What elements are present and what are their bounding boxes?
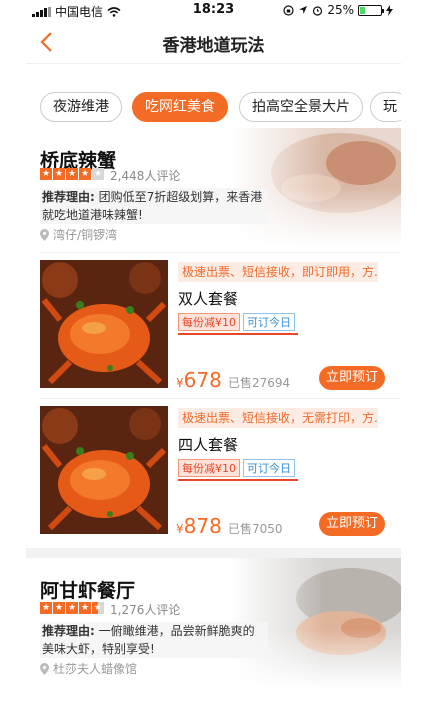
discount-badge: 每份减¥10 (178, 459, 240, 477)
crab-dish-photo (40, 406, 168, 534)
location-pin-icon (40, 228, 49, 241)
deal-badges: 每份减¥10 可订今日 (178, 459, 298, 481)
deal-price: ¥ 678 (176, 368, 222, 392)
book-now-button[interactable]: 立即预订 (319, 512, 385, 536)
star-rating: ★ ★ ★ ★ ★ (40, 168, 104, 180)
status-bar: 中国电信 18:23 25% (26, 0, 401, 20)
reason-label: 推荐理由: (42, 190, 95, 204)
battery-percent: 25% (327, 3, 354, 17)
location: 杜莎夫人蜡像馆 (40, 660, 137, 677)
orientation-lock-icon (283, 4, 294, 16)
star-icon: ★ (79, 602, 91, 614)
sold-count: 已售7050 (228, 522, 283, 536)
restaurant-name: 阿甘虾餐厅 (40, 580, 136, 602)
battery-icon (358, 4, 384, 16)
review-count: 1,276人评论 (110, 603, 181, 617)
deal-name: 四人套餐 (178, 436, 239, 454)
location-text: 杜莎夫人蜡像馆 (53, 662, 138, 676)
star-icon: ★ (79, 168, 91, 180)
restaurant-card[interactable]: 阿甘虾餐厅 ★ ★ ★ ★ ★ 1,276人评论 推荐理由: 一俯瞰维港，品尝新… (26, 558, 401, 688)
deal-badges: 每份减¥10 可订今日 (178, 313, 298, 335)
deal-price: ¥ 878 (176, 514, 222, 538)
price-value: 678 (183, 368, 222, 392)
sold-count: 已售27694 (228, 376, 291, 390)
recommend-reason: 推荐理由: 团购低至7折超级划算，来香港就吃地道港味辣蟹! (40, 188, 268, 224)
deal-card[interactable]: 极速出票、短信接收，无需打印，方... 四人套餐 每份减¥10 可订今日 ¥ 8… (26, 396, 401, 544)
discount-badge: 每份减¥10 (178, 313, 240, 331)
availability-badge: 可订今日 (243, 459, 295, 477)
deal-tagline: 极速出票、短信接收，即订即用，方... (178, 262, 378, 282)
location-text: 湾仔/铜锣湾 (53, 228, 118, 242)
star-icon: ★ (66, 168, 78, 180)
book-now-button[interactable]: 立即预订 (319, 366, 385, 390)
star-icon: ★ (40, 168, 52, 180)
star-icon: ★ (66, 602, 78, 614)
tab-trending-food[interactable]: 吃网红美食 (132, 92, 228, 122)
deal-name: 双人套餐 (178, 290, 239, 308)
location: 湾仔/铜锣湾 (40, 226, 117, 243)
restaurant-card[interactable]: 桥底辣蟹 ★ ★ ★ ★ ★ 2,448人评论 推荐理由: 团购低至7折超级划算… (26, 128, 401, 246)
deal-card[interactable]: 极速出票、短信接收，即订即用，方... 双人套餐 每份减¥10 可订今日 ¥ 6… (26, 250, 401, 398)
star-rating: ★ ★ ★ ★ ★ (40, 602, 104, 614)
section-divider (26, 548, 401, 558)
star-icon: ★ (53, 602, 65, 614)
restaurant-photo (231, 128, 401, 246)
alarm-icon (313, 5, 323, 16)
review-count: 2,448人评论 (110, 169, 181, 183)
location-pin-icon (40, 662, 49, 675)
tab-night-harbour[interactable]: 夜游维港 (40, 92, 122, 122)
app-screen: 中国电信 18:23 25% 香港地道玩法 夜游维港 吃网红美食 拍高空全景大片… (26, 0, 401, 705)
star-icon: ★ (53, 168, 65, 180)
location-icon (299, 6, 308, 14)
half-star-icon: ★ (92, 602, 104, 614)
charging-icon (386, 4, 393, 16)
tab-more[interactable]: 玩 (370, 92, 401, 122)
page-title: 香港地道玩法 (162, 36, 265, 56)
star-icon: ★ (40, 602, 52, 614)
recommend-reason: 推荐理由: 一俯瞰维港，品尝新鲜脆爽的美味大虾，特别享受! (40, 622, 268, 658)
navigation-bar: 香港地道玩法 (26, 20, 401, 64)
category-tabs: 夜游维港 吃网红美食 拍高空全景大片 玩 (26, 64, 401, 128)
availability-badge: 可订今日 (243, 313, 295, 331)
reason-label: 推荐理由: (42, 624, 95, 638)
star-icon: ★ (92, 168, 104, 180)
crab-dish-photo (40, 260, 168, 388)
deal-tagline: 极速出票、短信接收，无需打印，方... (178, 408, 378, 428)
price-value: 878 (183, 514, 222, 538)
tab-skyline-photos[interactable]: 拍高空全景大片 (239, 92, 363, 122)
